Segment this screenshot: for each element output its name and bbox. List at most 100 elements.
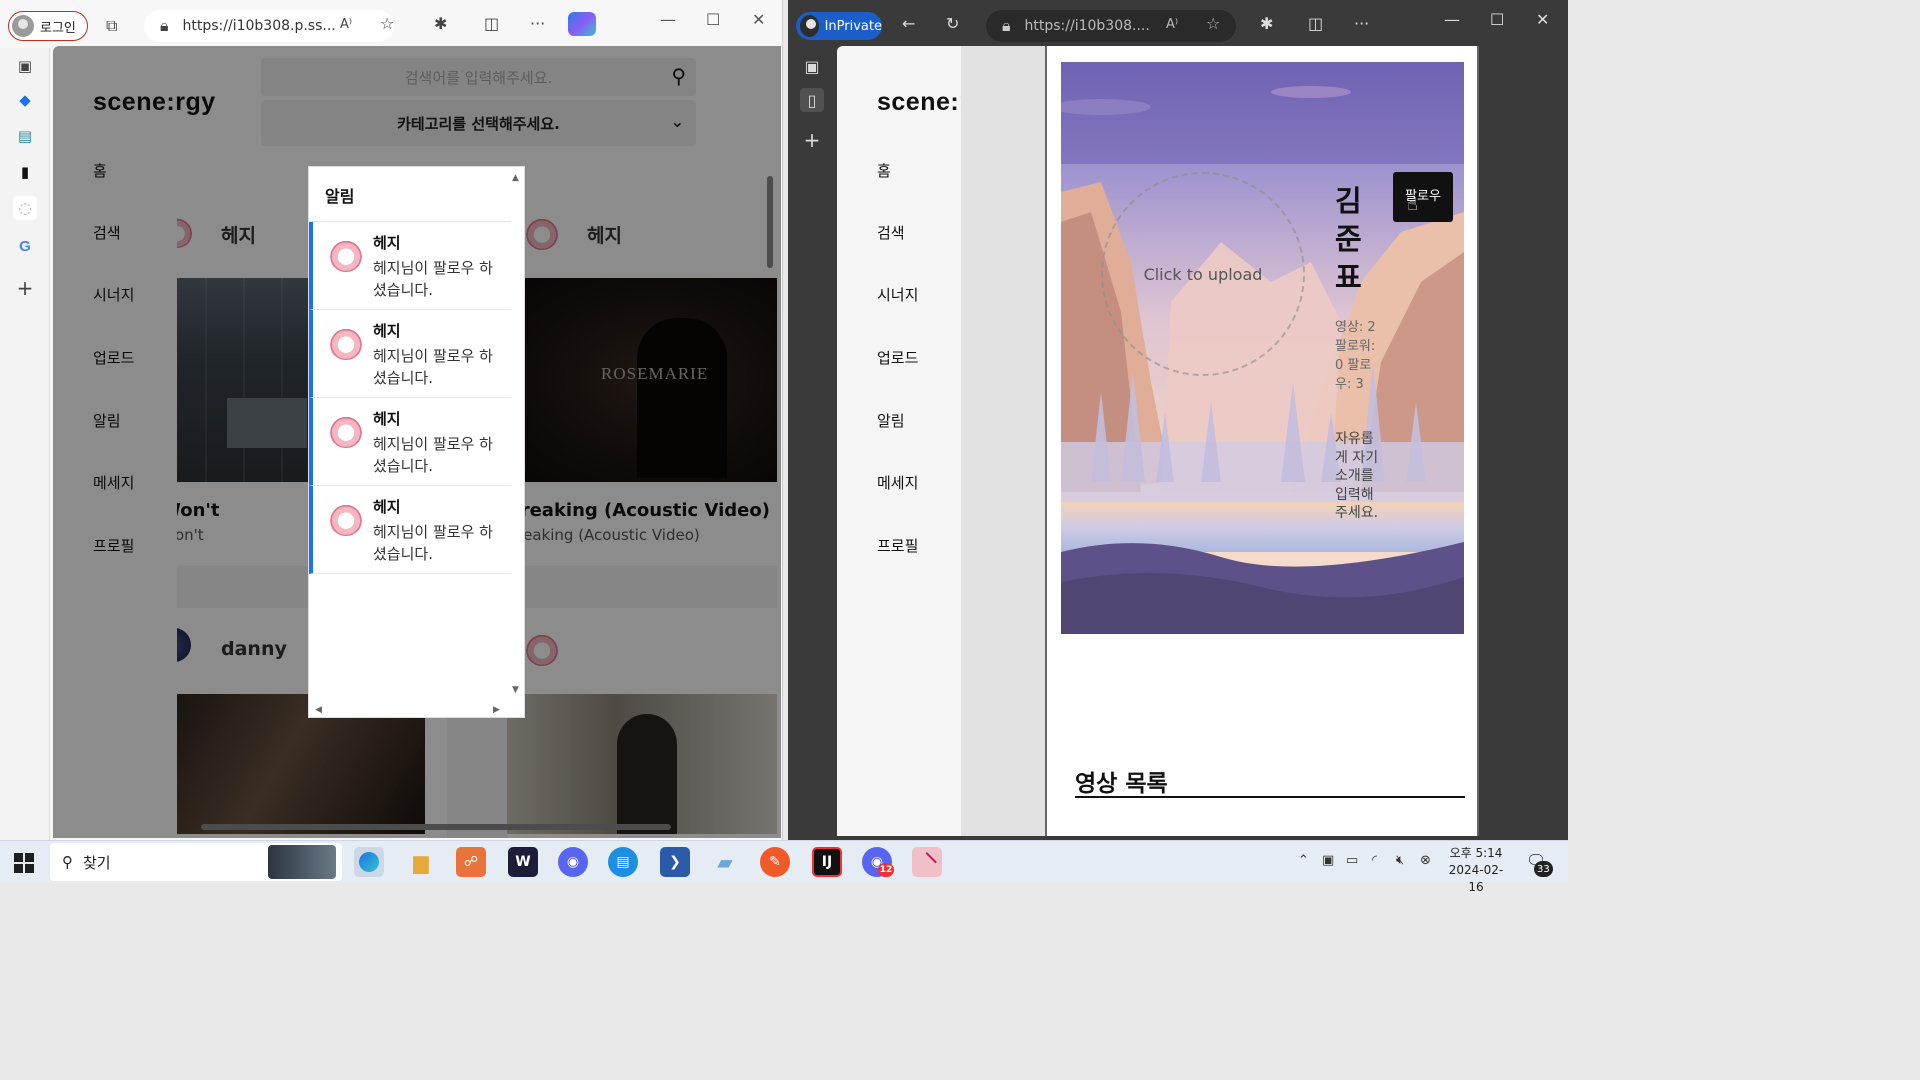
lock-icon: 🔒︎ xyxy=(1002,16,1011,35)
address-bar[interactable]: 🔒︎ https://i10b308.... xyxy=(986,10,1236,42)
add-sidebar-icon[interactable]: + xyxy=(800,128,824,152)
minimize-icon[interactable]: — xyxy=(1444,10,1460,29)
video-title[interactable]: Breaking (Acoustic Video) xyxy=(507,500,770,521)
favorite-star-icon[interactable]: ☆ xyxy=(380,14,394,33)
favorite-star-icon[interactable]: ☆ xyxy=(1206,14,1220,33)
video-title[interactable]: Won't xyxy=(177,500,220,521)
sidebar-blank-icon[interactable]: ◌ xyxy=(13,196,37,220)
scroll-right-icon[interactable]: ▶ xyxy=(493,705,500,715)
nav-notifications[interactable]: 알림 xyxy=(93,410,121,431)
notification-item[interactable]: 헤지 헤지님이 팔로우 하셨습니다. xyxy=(309,222,511,310)
webstorm-icon[interactable]: W xyxy=(508,847,538,877)
nav-search[interactable]: 검색 xyxy=(93,222,121,243)
edge-app-icon[interactable] xyxy=(354,847,384,877)
postman-icon[interactable]: ✎ xyxy=(760,847,790,877)
notification-count-badge: 33 xyxy=(1534,861,1553,877)
refresh-icon[interactable]: ↻ xyxy=(946,14,959,33)
sidebar-app-icon[interactable]: ◆ xyxy=(13,88,37,112)
notification-item[interactable]: 헤지 헤지님이 팔로우 하셨습니다. xyxy=(309,486,511,574)
video-thumbnail[interactable]: ROSEMARIE xyxy=(507,278,777,482)
nav-upload[interactable]: 업로드 xyxy=(877,347,918,368)
split-screen-icon[interactable]: ◫ xyxy=(484,14,499,33)
clock[interactable]: 오후 5:14 2024-02-16 xyxy=(1446,845,1506,896)
nav-profile[interactable]: 프로필 xyxy=(877,535,918,556)
nav-profile[interactable]: 프로필 xyxy=(93,535,134,556)
scroll-left-icon[interactable]: ◀ xyxy=(315,705,322,715)
battery-icon[interactable]: ▭ xyxy=(1346,853,1358,868)
notepad-icon[interactable]: ▰ xyxy=(710,847,740,877)
windows-start-icon[interactable] xyxy=(14,853,34,873)
site-logo[interactable]: scene:rgy xyxy=(93,88,216,117)
tray-close-icon[interactable]: ⊗ xyxy=(1420,853,1431,868)
search-input[interactable]: 검색어를 입력해주세요. ⚲ xyxy=(261,58,696,96)
docker-icon[interactable]: ▤ xyxy=(608,847,638,877)
snipping-tool-icon[interactable] xyxy=(912,847,942,877)
extensions-icon[interactable]: ✱ xyxy=(1260,14,1273,33)
nav-upload[interactable]: 업로드 xyxy=(93,347,134,368)
discord-icon[interactable]: ◉ xyxy=(558,847,588,877)
sidebar-doc-icon[interactable]: ▮ xyxy=(13,160,37,184)
scroll-up-icon[interactable]: ▲ xyxy=(512,173,519,183)
card-username[interactable]: danny xyxy=(221,638,287,660)
address-bar[interactable]: 🔒︎ https://i10b308.p.ss... xyxy=(144,10,394,42)
search-icon[interactable]: ⚲ xyxy=(671,64,686,88)
nav-synergy[interactable]: 시너지 xyxy=(93,284,134,305)
wifi-icon[interactable]: ◜ xyxy=(1372,853,1377,868)
notification-item[interactable]: 헤지 헤지님이 팔로우 하셨습니다. xyxy=(309,310,511,398)
notification-item[interactable]: 헤지 헤지님이 팔로우 하셨습니다. xyxy=(309,398,511,486)
card-username[interactable]: 헤지 xyxy=(221,221,256,248)
vertical-scrollbar[interactable] xyxy=(765,156,775,816)
more-menu-icon[interactable]: ··· xyxy=(1354,14,1369,33)
profile-button[interactable]: 로그인 xyxy=(8,11,88,41)
intellij-icon[interactable]: IJ xyxy=(812,847,842,877)
nav-messages[interactable]: 메세지 xyxy=(877,472,918,493)
tab-actions-icon[interactable]: ⧉ xyxy=(106,16,117,36)
powershell-icon[interactable]: ❯ xyxy=(660,847,690,877)
video-card[interactable] xyxy=(507,608,777,838)
inprivate-badge[interactable]: InPrivate xyxy=(796,12,882,40)
nav-home[interactable]: 홈 xyxy=(93,160,107,181)
sidebar-s-icon[interactable]: ▤ xyxy=(13,124,37,148)
nav-messages[interactable]: 메세지 xyxy=(93,472,134,493)
maximize-icon[interactable]: ☐ xyxy=(1490,10,1504,29)
horizontal-scrollbar[interactable] xyxy=(193,822,753,832)
back-icon[interactable]: ← xyxy=(902,14,915,33)
google-icon[interactable]: G xyxy=(13,234,37,258)
extensions-icon[interactable]: ✱ xyxy=(434,14,447,33)
profile-main: Click to upload 김준표 영상: 2 팔로워: 0 팔로우: 3 … xyxy=(961,46,1479,836)
card-username[interactable]: 헤지 xyxy=(587,221,622,248)
vertical-tabs-icon[interactable]: ▣ xyxy=(800,54,824,78)
tray-chevron-icon[interactable]: ⌃ xyxy=(1298,853,1309,868)
follow-button[interactable]: 팔로우 xyxy=(1393,172,1453,222)
read-aloud-icon[interactable]: A⁾ xyxy=(340,17,352,32)
video-thumbnail[interactable] xyxy=(507,694,777,834)
notification-name: 헤지 xyxy=(373,234,401,252)
maximize-icon[interactable]: ☐ xyxy=(706,10,720,29)
read-aloud-icon[interactable]: A⁾ xyxy=(1166,17,1178,32)
copilot-icon[interactable] xyxy=(568,12,596,36)
add-sidebar-icon[interactable]: + xyxy=(13,276,37,300)
profile-image-upload[interactable]: Click to upload xyxy=(1101,172,1305,376)
volume-muted-icon[interactable]: 🔇︎ xyxy=(1396,853,1404,868)
profile-banner[interactable]: Click to upload 김준표 영상: 2 팔로워: 0 팔로우: 3 … xyxy=(1061,62,1464,634)
discord-2-icon[interactable]: ◉ 12 xyxy=(862,847,894,877)
file-explorer-icon[interactable]: ▆ xyxy=(406,847,436,877)
scroll-down-icon[interactable]: ▼ xyxy=(512,685,519,695)
nav-search[interactable]: 검색 xyxy=(877,222,905,243)
close-icon[interactable]: ✕ xyxy=(1536,10,1549,29)
minimize-icon[interactable]: — xyxy=(660,10,676,29)
category-select[interactable]: 카테고리를 선택해주세요. ⌄ xyxy=(261,100,696,146)
video-card[interactable]: 헤지 ROSEMARIE Breaking (Acoustic Video) B… xyxy=(507,188,777,566)
nav-home[interactable]: 홈 xyxy=(877,160,891,181)
sidebar-doc-icon[interactable]: ▯ xyxy=(800,88,824,112)
close-icon[interactable]: ✕ xyxy=(752,10,765,29)
taskbar-search[interactable]: ⚲ 찾기 xyxy=(50,843,342,881)
app-orange-icon[interactable]: ☍ xyxy=(456,847,486,877)
nav-notifications[interactable]: 알림 xyxy=(877,410,905,431)
more-menu-icon[interactable]: ··· xyxy=(530,14,545,33)
split-screen-icon[interactable]: ◫ xyxy=(1308,14,1323,33)
vertical-tabs-icon[interactable]: ▣ xyxy=(13,54,37,78)
tray-app-icon[interactable]: ▣ xyxy=(1322,853,1334,868)
profile-bio[interactable]: 자유롭게 자기소개를 입력해주세요. xyxy=(1335,430,1381,523)
nav-synergy[interactable]: 시너지 xyxy=(877,284,918,305)
